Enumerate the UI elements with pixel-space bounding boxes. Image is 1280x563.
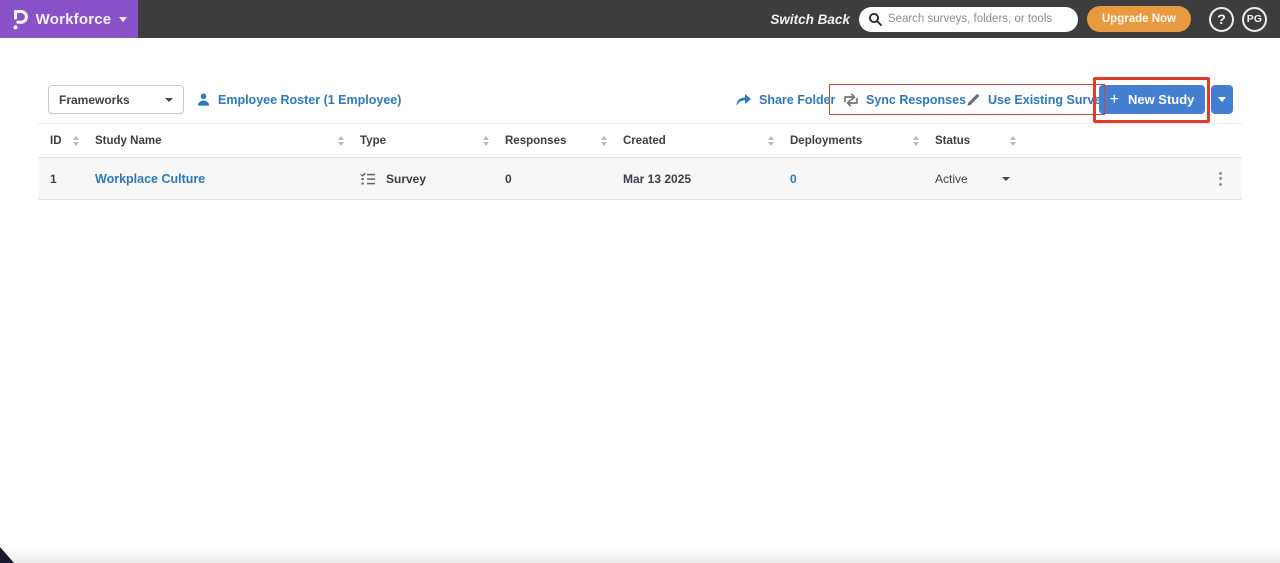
status-value: Active [935, 171, 968, 186]
status-dropdown[interactable]: Active [935, 172, 1032, 186]
column-header-deployments[interactable]: Deployments [790, 135, 935, 147]
share-folder-link[interactable]: Share Folder [735, 85, 835, 114]
folder-toolbar: Frameworks Employee Roster (1 Employee) … [0, 77, 1280, 123]
sort-icon[interactable] [768, 135, 774, 146]
column-header-created[interactable]: Created [623, 135, 790, 147]
new-study-button[interactable]: + New Study [1099, 85, 1205, 114]
employee-roster-link[interactable]: Employee Roster (1 Employee) [196, 85, 401, 114]
bottom-shadow [0, 547, 1280, 563]
column-header-responses[interactable]: Responses [505, 135, 623, 147]
sync-icon [843, 93, 859, 107]
help-button[interactable]: ? [1209, 6, 1234, 32]
new-study-dropdown-button[interactable] [1211, 85, 1233, 114]
row-type: Survey [360, 172, 505, 186]
studies-table: ID Study Name Type Responses Created Dep… [38, 123, 1242, 200]
upgrade-now-button[interactable]: Upgrade Now [1086, 6, 1191, 32]
topbar-right-cluster: Switch Back Upgrade Now ? PG [770, 6, 1280, 32]
share-folder-label: Share Folder [759, 92, 836, 107]
product-name: Workforce [35, 10, 112, 28]
table-row: 1 Workplace Culture Survey 0 Mar 13 2025… [38, 158, 1242, 200]
top-bar: Workforce Switch Back Upgrade Now ? PG [0, 0, 1280, 38]
row-responses: 0 [505, 171, 512, 186]
sort-icon[interactable] [913, 135, 919, 146]
row-created: Mar 13 2025 [623, 171, 692, 186]
folder-select-value: Frameworks [59, 92, 130, 107]
study-name-link[interactable]: Workplace Culture [95, 172, 205, 186]
sort-icon[interactable] [601, 135, 607, 146]
plus-icon: + [1109, 90, 1119, 108]
sync-responses-link[interactable]: Sync Responses [843, 85, 966, 114]
peoplegoal-logo-icon [11, 8, 28, 31]
row-actions [1032, 168, 1242, 190]
row-type-label: Survey [386, 171, 427, 186]
share-arrow-icon [735, 93, 752, 107]
chevron-down-icon [165, 97, 173, 102]
search-input[interactable] [887, 13, 1069, 25]
sync-responses-label: Sync Responses [866, 92, 967, 107]
checklist-icon [360, 172, 376, 186]
search-icon [868, 12, 882, 26]
table-header-row: ID Study Name Type Responses Created Dep… [38, 123, 1242, 158]
use-existing-survey-link[interactable]: Use Existing Survey [966, 85, 1108, 114]
sort-icon[interactable] [73, 135, 79, 146]
sort-icon[interactable] [1010, 135, 1016, 146]
switch-back-link[interactable]: Switch Back [770, 12, 850, 27]
chevron-down-icon [1218, 97, 1226, 102]
chevron-down-icon [119, 16, 128, 22]
avatar[interactable]: PG [1242, 6, 1267, 32]
folder-select[interactable]: Frameworks [48, 85, 184, 114]
sort-icon[interactable] [483, 135, 489, 146]
workspace-switcher[interactable]: Workforce [0, 0, 138, 38]
chevron-down-icon [1002, 176, 1010, 181]
pencil-icon [966, 92, 981, 107]
new-study-label: New Study [1127, 92, 1195, 107]
person-icon [196, 92, 211, 107]
employee-roster-label: Employee Roster (1 Employee) [218, 92, 402, 107]
column-header-type[interactable]: Type [360, 135, 505, 147]
column-header-id[interactable]: ID [50, 135, 95, 147]
column-header-status[interactable]: Status [935, 135, 1032, 147]
column-header-study-name[interactable]: Study Name [95, 135, 360, 147]
global-search[interactable] [858, 6, 1078, 32]
row-id: 1 [50, 171, 57, 186]
kebab-menu-icon[interactable] [1213, 168, 1228, 190]
row-deployments: 0 [790, 171, 797, 186]
sort-icon[interactable] [338, 135, 344, 146]
use-existing-survey-label: Use Existing Survey [988, 92, 1109, 107]
cursor-artifact [0, 547, 14, 563]
